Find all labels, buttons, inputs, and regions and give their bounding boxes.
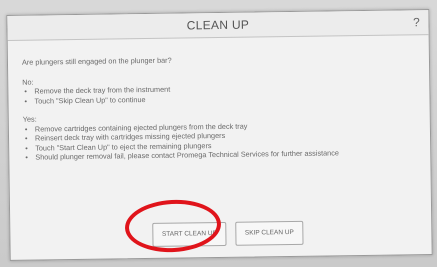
dialog-header: CLEAN UP ? <box>7 10 429 41</box>
question-text: Are plungers still engaged on the plunge… <box>21 55 172 67</box>
yes-instructions: Remove cartridges containing ejected plu… <box>23 119 423 163</box>
dialog-title: CLEAN UP <box>186 17 250 33</box>
dialog-body: Are plungers still engaged on the plunge… <box>22 52 424 171</box>
skip-clean-up-button[interactable]: SKIP CLEAN UP <box>235 220 304 246</box>
help-icon[interactable]: ? <box>408 14 424 30</box>
